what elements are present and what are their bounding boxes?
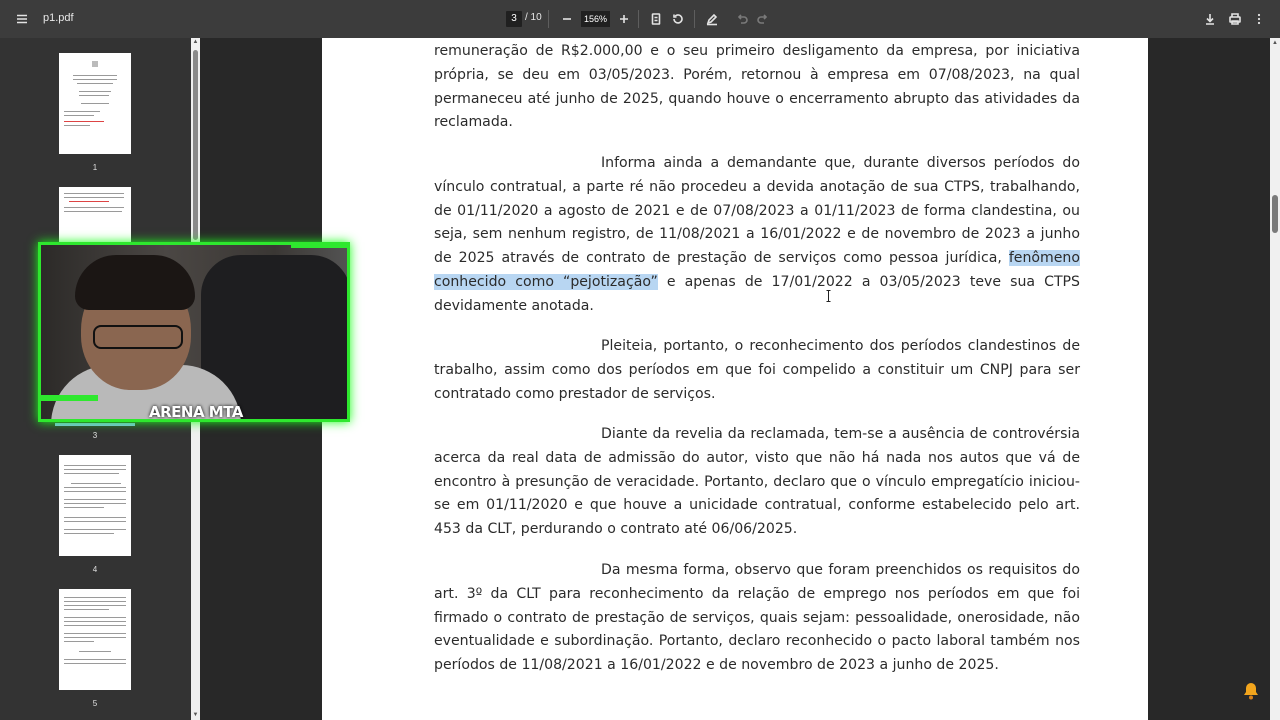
thumbnail-label: 3 [92, 431, 98, 440]
zoom-input[interactable]: 156% [581, 11, 610, 27]
pdf-page: remuneração de R$2.000,00 e o seu primei… [322, 38, 1148, 720]
page-thumbnail-5[interactable] [59, 589, 131, 690]
paragraph-4: Diante da revelia da reclamada, tem-se a… [434, 423, 1080, 542]
page-thumbnail-4[interactable] [59, 455, 131, 556]
document-scrollbar[interactable] [1270, 38, 1280, 720]
paragraph-2: Informa ainda a demandante que, durante … [434, 152, 1080, 319]
page-thumbnail-1[interactable] [59, 53, 131, 154]
notification-bell-icon[interactable] [1238, 678, 1264, 704]
file-name: p1.pdf [43, 12, 74, 24]
selected-page-indicator [55, 423, 135, 426]
text-cursor-icon [826, 290, 831, 302]
toolbar-divider [548, 10, 549, 28]
zoom-out-button[interactable] [553, 5, 581, 33]
page-number-input[interactable]: 3 [506, 11, 522, 27]
rotate-icon[interactable] [664, 5, 692, 33]
download-icon[interactable] [1196, 5, 1224, 33]
annotate-pen-icon[interactable] [698, 5, 726, 33]
page-thumbnail-2[interactable] [59, 187, 131, 247]
frame-accent [291, 245, 347, 248]
frame-accent [41, 395, 98, 401]
paragraph-4-text: Diante da revelia da reclamada, tem-se a… [434, 426, 1080, 538]
more-options-icon[interactable] [1245, 5, 1273, 33]
paragraph-5-text: Da mesma forma, observo que foram preenc… [434, 562, 1080, 674]
person-hair [75, 255, 195, 310]
paragraph-2-text: Informa ainda a demandante que, durante … [434, 155, 1080, 267]
scroll-up-icon[interactable]: ▲ [1270, 38, 1280, 48]
pdf-toolbar: p1.pdf 3 / 10 156% [0, 0, 1280, 38]
thumbnail-label: 5 [92, 699, 98, 708]
thumbnail-label: 1 [92, 163, 98, 172]
menu-icon[interactable] [8, 5, 36, 33]
toolbar-divider [694, 10, 695, 28]
scroll-up-icon[interactable]: ▲ [191, 38, 200, 47]
page-total: / 10 [525, 12, 542, 23]
thumbnail-label: 4 [92, 565, 98, 574]
paragraph-3: Pleiteia, portanto, o reconhecimento dos… [434, 335, 1080, 406]
paragraph-3-text: Pleiteia, portanto, o reconhecimento dos… [434, 338, 1080, 402]
webcam-overlay: ARENA MTA [38, 242, 350, 422]
webcam-label: ARENA MTA [149, 403, 243, 421]
zoom-in-button[interactable] [610, 5, 638, 33]
person-glasses [93, 325, 183, 349]
paragraph-1: remuneração de R$2.000,00 e o seu primei… [434, 43, 1080, 131]
paragraph-5: Da mesma forma, observo que foram preenc… [434, 559, 1080, 678]
redo-icon[interactable] [749, 5, 777, 33]
scroll-down-icon[interactable]: ▼ [191, 711, 200, 720]
document-scrollbar-thumb[interactable] [1272, 195, 1278, 233]
sidebar-scrollbar-thumb[interactable] [193, 50, 198, 240]
toolbar-divider [638, 10, 639, 28]
